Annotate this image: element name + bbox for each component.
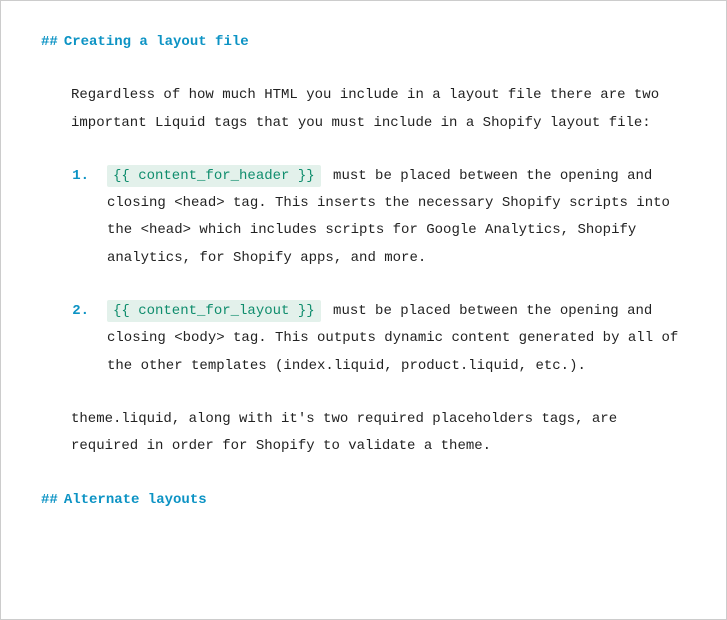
liquid-code-tag: {{ content_for_layout }} bbox=[107, 300, 321, 322]
section-heading-alternate-layouts: ## Alternate layouts bbox=[41, 487, 686, 514]
heading-text: Creating a layout file bbox=[64, 34, 249, 50]
list-item-body: {{ content_for_layout }} must be placed … bbox=[97, 298, 686, 380]
liquid-tags-list: 1. {{ content_for_header }} must be plac… bbox=[71, 163, 686, 380]
list-marker: 1. bbox=[71, 163, 97, 272]
heading-hashes: ## bbox=[41, 34, 58, 50]
heading-hashes: ## bbox=[41, 492, 58, 508]
list-item: 1. {{ content_for_header }} must be plac… bbox=[71, 163, 686, 272]
outro-paragraph: theme.liquid, along with it's two requir… bbox=[71, 406, 686, 461]
list-item-body: {{ content_for_header }} must be placed … bbox=[97, 163, 686, 272]
intro-paragraph: Regardless of how much HTML you include … bbox=[71, 82, 686, 137]
list-item: 2. {{ content_for_layout }} must be plac… bbox=[71, 298, 686, 380]
liquid-code-tag: {{ content_for_header }} bbox=[107, 165, 321, 187]
section-heading-creating-layout: ## Creating a layout file bbox=[41, 29, 686, 56]
list-marker: 2. bbox=[71, 298, 97, 380]
heading-text: Alternate layouts bbox=[64, 492, 207, 508]
